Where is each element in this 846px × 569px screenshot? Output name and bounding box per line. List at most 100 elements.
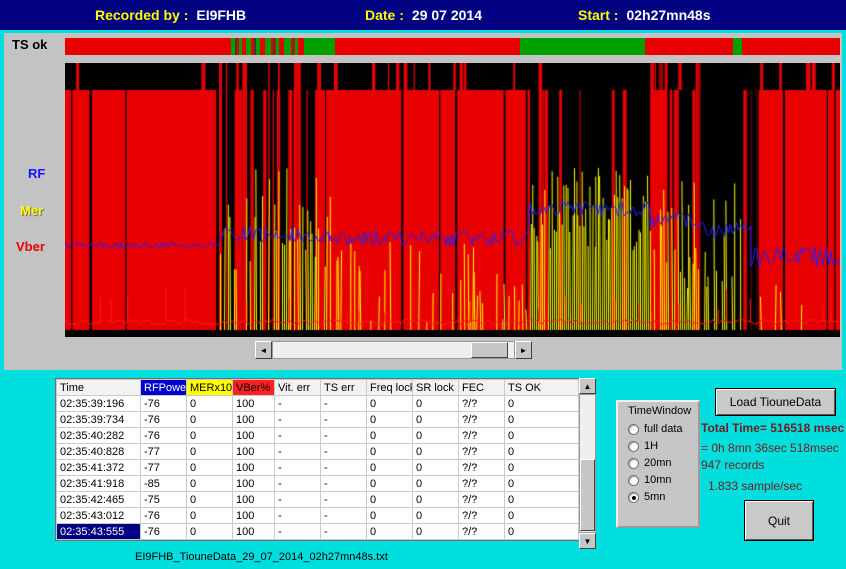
cell-freq_lock[interactable]: 0 — [367, 396, 413, 412]
cell-merx10[interactable]: 0 — [187, 524, 233, 540]
cell-rfpower[interactable]: -76 — [141, 428, 187, 444]
cell-rfpower[interactable]: -76 — [141, 524, 187, 540]
cell-fec[interactable]: ?/? — [459, 428, 505, 444]
cell-sr_lock[interactable]: 0 — [413, 476, 459, 492]
cell-ts_ok[interactable]: 0 — [505, 460, 579, 476]
cell-vit_err[interactable]: - — [275, 524, 321, 540]
cell-merx10[interactable]: 0 — [187, 492, 233, 508]
cell-ts_ok[interactable]: 0 — [505, 428, 579, 444]
column-header-rfpower[interactable]: RFPower — [141, 380, 187, 396]
cell-vit_err[interactable]: - — [275, 460, 321, 476]
cell-freq_lock[interactable]: 0 — [367, 428, 413, 444]
scroll-left-icon[interactable]: ◄ — [255, 341, 272, 359]
column-header-vit_err[interactable]: Vit. err — [275, 380, 321, 396]
cell-ts_err[interactable]: - — [321, 412, 367, 428]
cell-sr_lock[interactable]: 0 — [413, 460, 459, 476]
cell-freq_lock[interactable]: 0 — [367, 412, 413, 428]
cell-sr_lock[interactable]: 0 — [413, 508, 459, 524]
cell-merx10[interactable]: 0 — [187, 428, 233, 444]
cell-ts_ok[interactable]: 0 — [505, 396, 579, 412]
cell-vber[interactable]: 100 — [233, 460, 275, 476]
table-scroll-track[interactable] — [579, 394, 596, 533]
cell-fec[interactable]: ?/? — [459, 412, 505, 428]
chart-scroll-track[interactable] — [272, 341, 515, 359]
cell-vit_err[interactable]: - — [275, 492, 321, 508]
cell-sr_lock[interactable]: 0 — [413, 492, 459, 508]
cell-vber[interactable]: 100 — [233, 396, 275, 412]
cell-ts_ok[interactable]: 0 — [505, 476, 579, 492]
cell-vber[interactable]: 100 — [233, 428, 275, 444]
cell-time[interactable]: 02:35:41:372 — [57, 460, 141, 476]
column-header-time[interactable]: Time — [57, 380, 141, 396]
cell-vit_err[interactable]: - — [275, 396, 321, 412]
load-tiounedata-button[interactable]: Load TiouneData — [715, 388, 836, 416]
cell-merx10[interactable]: 0 — [187, 396, 233, 412]
cell-ts_err[interactable]: - — [321, 396, 367, 412]
cell-rfpower[interactable]: -77 — [141, 444, 187, 460]
cell-vber[interactable]: 100 — [233, 508, 275, 524]
cell-vber[interactable]: 100 — [233, 524, 275, 540]
cell-freq_lock[interactable]: 0 — [367, 476, 413, 492]
cell-merx10[interactable]: 0 — [187, 460, 233, 476]
column-header-vber[interactable]: VBer% — [233, 380, 275, 396]
column-header-ts_err[interactable]: TS err — [321, 380, 367, 396]
cell-ts_err[interactable]: - — [321, 444, 367, 460]
cell-freq_lock[interactable]: 0 — [367, 444, 413, 460]
cell-rfpower[interactable]: -76 — [141, 508, 187, 524]
cell-time[interactable]: 02:35:42:465 — [57, 492, 141, 508]
cell-rfpower[interactable]: -77 — [141, 460, 187, 476]
cell-sr_lock[interactable]: 0 — [413, 396, 459, 412]
cell-ts_ok[interactable]: 0 — [505, 492, 579, 508]
cell-vit_err[interactable]: - — [275, 444, 321, 460]
cell-ts_err[interactable]: - — [321, 492, 367, 508]
radio-option-10mn[interactable]: 10mn — [628, 474, 698, 486]
column-header-merx10[interactable]: MERx10 — [187, 380, 233, 396]
cell-freq_lock[interactable]: 0 — [367, 460, 413, 476]
cell-ts_ok[interactable]: 0 — [505, 444, 579, 460]
cell-rfpower[interactable]: -76 — [141, 412, 187, 428]
cell-merx10[interactable]: 0 — [187, 412, 233, 428]
cell-vit_err[interactable]: - — [275, 428, 321, 444]
cell-ts_err[interactable]: - — [321, 460, 367, 476]
cell-ts_ok[interactable]: 0 — [505, 508, 579, 524]
cell-time[interactable]: 02:35:40:282 — [57, 428, 141, 444]
cell-ts_err[interactable]: - — [321, 508, 367, 524]
radio-option-20mn[interactable]: 20mn — [628, 457, 698, 469]
cell-rfpower[interactable]: -85 — [141, 476, 187, 492]
cell-sr_lock[interactable]: 0 — [413, 428, 459, 444]
scroll-up-icon[interactable]: ▲ — [579, 378, 596, 394]
cell-time[interactable]: 02:35:39:734 — [57, 412, 141, 428]
cell-merx10[interactable]: 0 — [187, 476, 233, 492]
cell-fec[interactable]: ?/? — [459, 508, 505, 524]
radio-icon[interactable] — [628, 441, 639, 452]
cell-ts_err[interactable]: - — [321, 524, 367, 540]
cell-rfpower[interactable]: -76 — [141, 396, 187, 412]
cell-vber[interactable]: 100 — [233, 492, 275, 508]
radio-option-full-data[interactable]: full data — [628, 423, 698, 435]
radio-option-1H[interactable]: 1H — [628, 440, 698, 452]
cell-vber[interactable]: 100 — [233, 444, 275, 460]
column-header-sr_lock[interactable]: SR lock — [413, 380, 459, 396]
cell-fec[interactable]: ?/? — [459, 476, 505, 492]
cell-fec[interactable]: ?/? — [459, 492, 505, 508]
cell-ts_ok[interactable]: 0 — [505, 524, 579, 540]
scroll-right-icon[interactable]: ► — [515, 341, 532, 359]
cell-vit_err[interactable]: - — [275, 412, 321, 428]
cell-fec[interactable]: ?/? — [459, 396, 505, 412]
cell-ts_err[interactable]: - — [321, 428, 367, 444]
cell-time[interactable]: 02:35:43:012 — [57, 508, 141, 524]
cell-time[interactable]: 02:35:39:196 — [57, 396, 141, 412]
column-header-freq_lock[interactable]: Freq lock — [367, 380, 413, 396]
cell-fec[interactable]: ?/? — [459, 460, 505, 476]
cell-vit_err[interactable]: - — [275, 476, 321, 492]
cell-merx10[interactable]: 0 — [187, 444, 233, 460]
cell-vber[interactable]: 100 — [233, 476, 275, 492]
cell-vit_err[interactable]: - — [275, 508, 321, 524]
cell-fec[interactable]: ?/? — [459, 444, 505, 460]
radio-option-5mn[interactable]: 5mn — [628, 491, 698, 503]
cell-ts_err[interactable]: - — [321, 476, 367, 492]
cell-ts_ok[interactable]: 0 — [505, 412, 579, 428]
column-header-fec[interactable]: FEC — [459, 380, 505, 396]
radio-icon[interactable] — [628, 458, 639, 469]
cell-time[interactable]: 02:35:43:555 — [57, 524, 141, 540]
